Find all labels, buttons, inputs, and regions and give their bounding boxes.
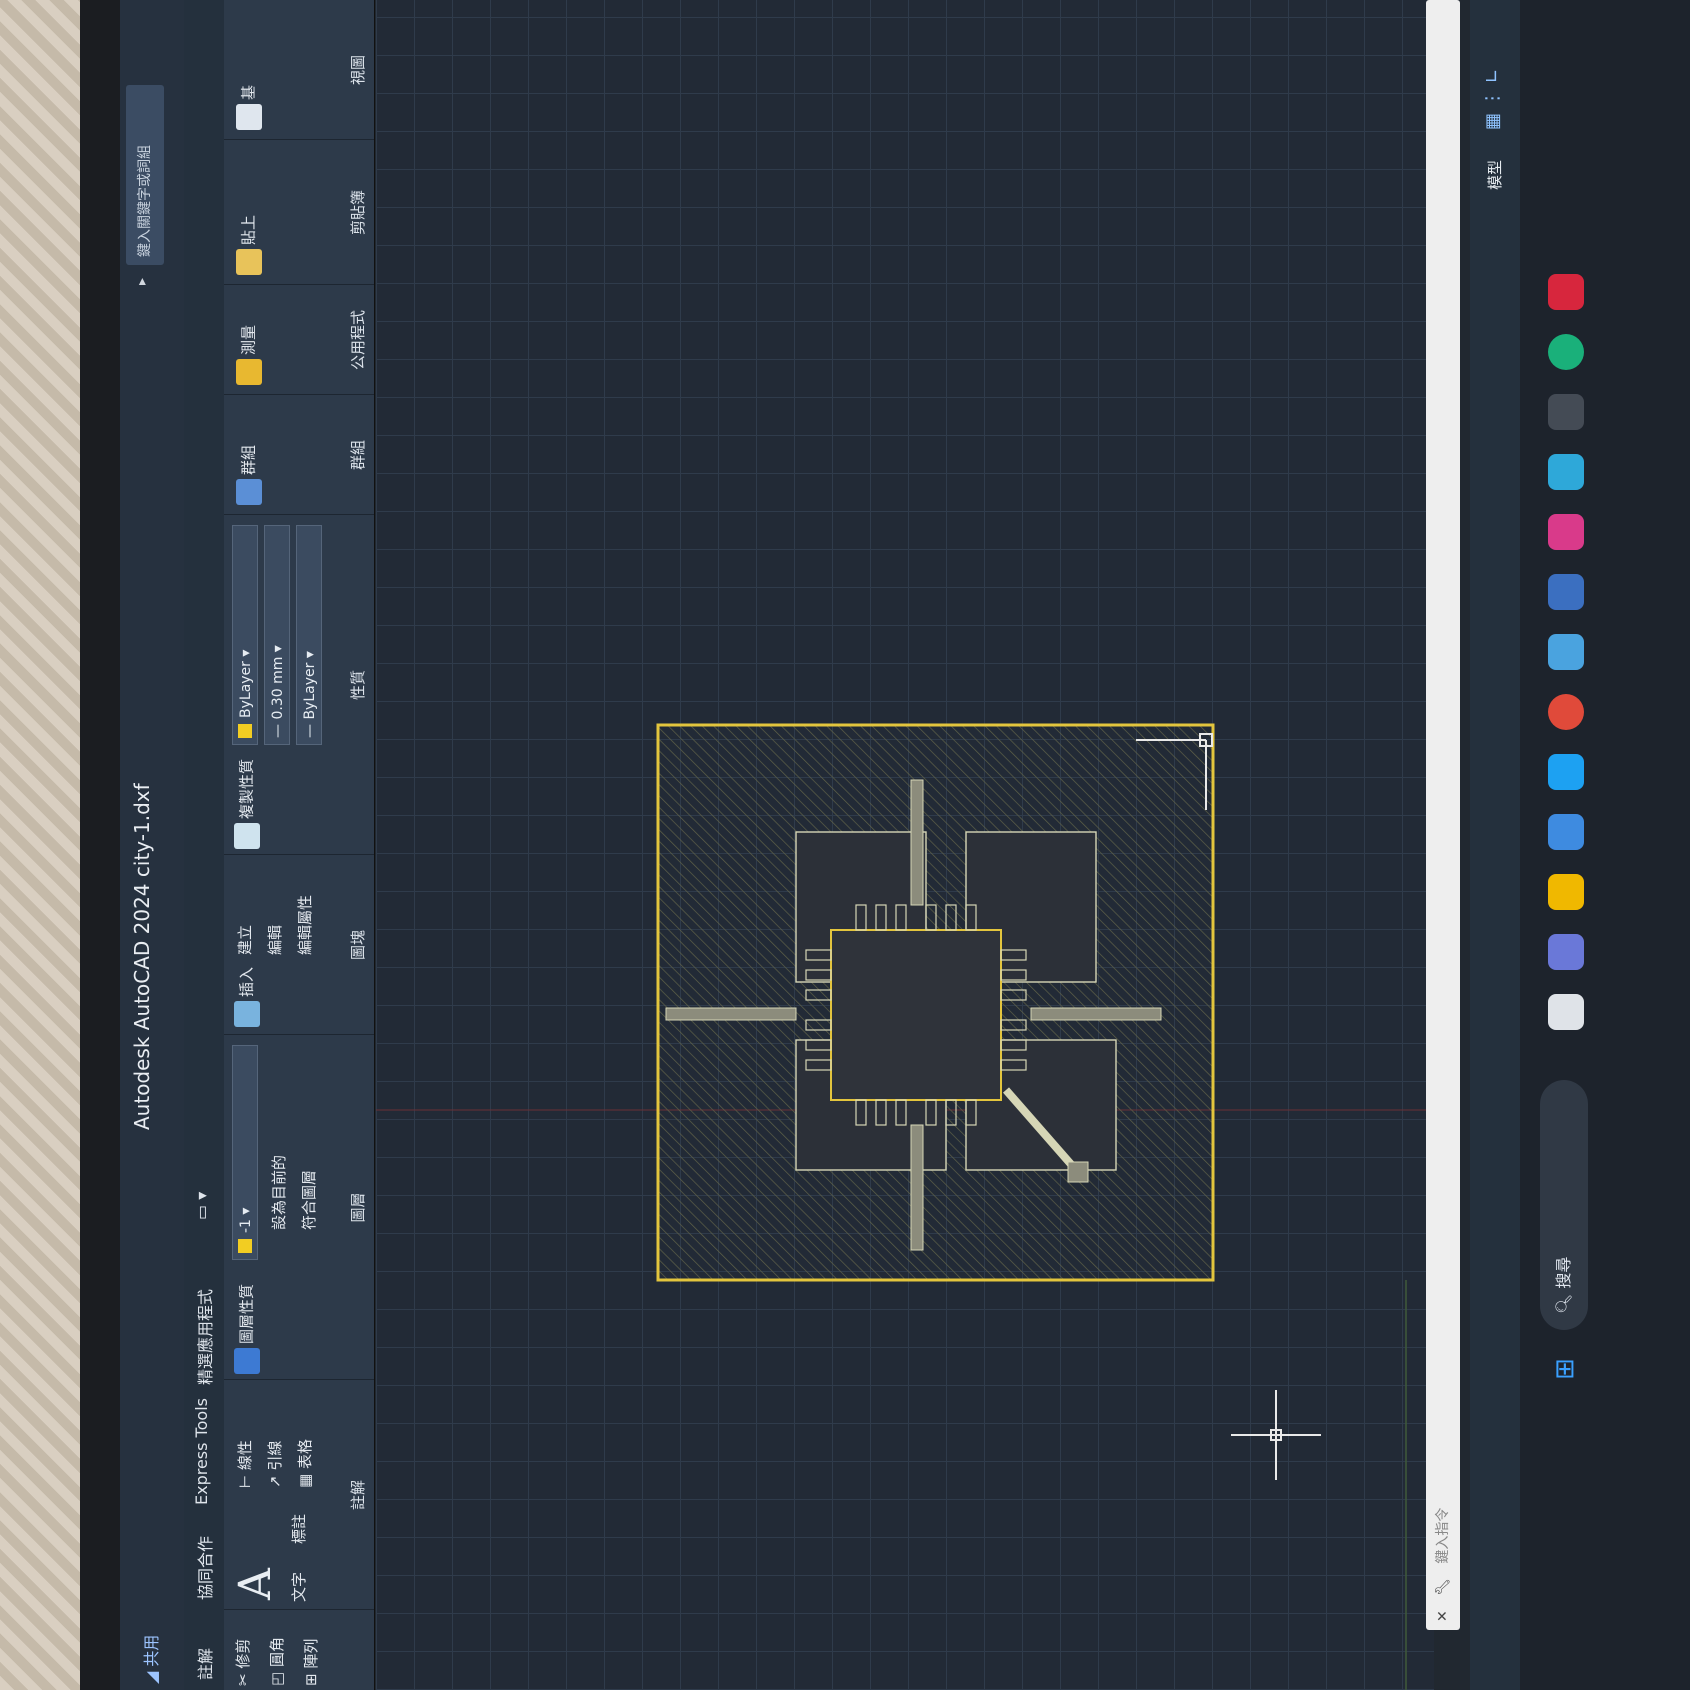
color-dropdown[interactable]: ByLayer ▾ <box>232 525 258 745</box>
fillet-button[interactable]: ◰ 圓角 <box>266 1637 287 1686</box>
paste-icon <box>236 249 262 275</box>
panel-label-annotation: 註解 <box>349 1480 367 1511</box>
layer-properties-button[interactable]: 圖層性質 <box>234 1284 260 1374</box>
chrome-icon[interactable] <box>1548 694 1584 730</box>
create-block-button[interactable]: 建立 <box>234 925 255 955</box>
tab-express-tools[interactable]: Express Tools <box>192 1398 211 1505</box>
autocad-window: ◢ 共用 Autodesk AutoCAD 2024 city-1.dxf ▸ … <box>120 0 1690 1690</box>
tab-featured-apps[interactable]: 精選應用程式 <box>192 1289 216 1385</box>
edge-icon[interactable] <box>1548 334 1584 370</box>
insert-button[interactable]: 插入 <box>234 967 260 1027</box>
panel-toggle-icon[interactable]: ▭ ▾ <box>192 1192 211 1220</box>
wrench-icon[interactable]: 🔧︎ <box>1435 1578 1451 1596</box>
panel-label-clipboard: 剪貼簿 <box>349 190 367 236</box>
monitor-bezel <box>80 0 120 1690</box>
panel-modify: ✂ 修剪 ◰ 圓角 ⊞ 陣列 <box>224 1609 374 1690</box>
panel-layers: 圖層性質 -1 ▾ 設為目前的 符合圖層 圖層 <box>224 1034 374 1380</box>
chevron-right-icon: ▸ <box>134 277 150 285</box>
insert-block-icon <box>234 1001 260 1027</box>
monitor-app-icon[interactable] <box>1548 634 1584 670</box>
match-properties-button[interactable]: 複製性質 <box>234 759 260 849</box>
group-icon <box>236 479 262 505</box>
color-swatch <box>238 724 252 738</box>
match-layer-button[interactable]: 符合圖層 <box>298 1170 319 1230</box>
base-view-icon <box>236 104 262 130</box>
panel-block: 插入 建立 編輯 編輯屬性 圖塊 <box>224 854 374 1035</box>
drawing-area[interactable] <box>376 0 1434 1690</box>
ribbon: ✂ 修剪 ◰ 圓角 ⊞ 陣列 A 文字 標註 ⊢ 線性 ↗ 引線 ▦ 表格 註解… <box>224 0 375 1690</box>
tab-collaborate[interactable]: 協同合作 <box>192 1536 216 1600</box>
electrode-right <box>910 779 924 906</box>
measure-button[interactable]: 測量 <box>236 325 262 385</box>
panel-label-view: 視圖 <box>349 55 367 86</box>
text-icon: A <box>230 1568 281 1600</box>
edit-block-button[interactable]: 編輯 <box>264 925 285 955</box>
task-view-icon[interactable] <box>1548 994 1584 1030</box>
match-properties-icon <box>234 823 260 849</box>
paste-button[interactable]: 貼上 <box>236 215 262 275</box>
linetype-dropdown[interactable]: — ByLayer ▾ <box>296 525 322 745</box>
center-chip <box>830 929 1002 1101</box>
dimension-button[interactable]: 標註 <box>288 1514 309 1544</box>
panel-label-block: 圖塊 <box>349 930 367 961</box>
electrode-top <box>665 1007 797 1021</box>
leader-button[interactable]: ↗ 引線 <box>264 1441 285 1488</box>
panel-label-groups: 群組 <box>349 440 367 471</box>
python-app-icon[interactable] <box>1548 454 1584 490</box>
lineweight-dropdown[interactable]: — 0.30 mm ▾ <box>264 525 290 745</box>
electrode-left <box>910 1124 924 1251</box>
terminal-icon[interactable] <box>1548 394 1584 430</box>
panel-label-properties: 性質 <box>349 670 367 701</box>
layer-stack-icon <box>234 1348 260 1374</box>
electrode-bottom <box>1030 1007 1162 1021</box>
cad-drawing <box>376 723 1434 1690</box>
array-button[interactable]: ⊞ 陣列 <box>300 1639 321 1686</box>
table-button[interactable]: ▦ 表格 <box>294 1439 315 1488</box>
close-icon[interactable]: ✕ <box>1435 1610 1451 1622</box>
panel-properties: 複製性質 ByLayer ▾ — 0.30 mm ▾ — ByLayer ▾ 性… <box>224 514 374 855</box>
text-button[interactable]: 文字 <box>288 1572 309 1602</box>
file-explorer-icon[interactable] <box>1548 874 1584 910</box>
base-view-button[interactable]: 基 <box>236 85 262 130</box>
network-app-icon[interactable] <box>1548 574 1584 610</box>
panel-annotation: A 文字 標註 ⊢ 線性 ↗ 引線 ▦ 表格 註解 <box>224 1379 374 1610</box>
group-button[interactable]: 群組 <box>236 445 262 505</box>
keyword-search-input[interactable]: 鍵入關鍵字或詞組 <box>126 85 164 265</box>
panel-view: 基 視圖 <box>224 0 374 140</box>
edit-attributes-button[interactable]: 編輯屬性 <box>294 895 315 955</box>
store-icon[interactable] <box>1548 814 1584 850</box>
windows-taskbar: ⊞ 🔍︎ 搜尋 <box>1520 0 1690 1690</box>
vscode-icon[interactable] <box>1548 754 1584 790</box>
panel-utilities: 測量 公用程式 <box>224 284 374 395</box>
model-tab[interactable]: 模型 <box>1484 160 1505 190</box>
windows-start-icon[interactable]: ⊞ <box>1550 1358 1580 1380</box>
copilot-icon[interactable] <box>1548 934 1584 970</box>
panel-clipboard: 貼上 剪貼簿 <box>224 139 374 285</box>
trim-button[interactable]: ✂ 修剪 <box>232 1639 253 1686</box>
tab-annotate[interactable]: 註解 <box>192 1648 216 1680</box>
command-input[interactable]: 鍵入指令 <box>1435 1508 1451 1564</box>
taskbar-search[interactable]: 🔍︎ 搜尋 <box>1540 1080 1588 1330</box>
layer-dropdown[interactable]: -1 ▾ <box>232 1045 258 1260</box>
command-line[interactable]: ✕ 🔧︎ 鍵入指令 <box>1426 0 1460 1630</box>
panel-label-layers: 圖層 <box>349 1192 367 1223</box>
measure-icon <box>236 359 262 385</box>
status-bar: 模型 ▦ ⋮ ∟ <box>1470 0 1520 1690</box>
set-current-layer-button[interactable]: 設為目前的 <box>268 1155 289 1230</box>
layer-color-swatch <box>238 1239 252 1253</box>
contact-pad <box>1067 1161 1089 1183</box>
window-title: Autodesk AutoCAD 2024 city-1.dxf <box>130 783 154 1130</box>
panel-groups: 群組 群組 <box>224 394 374 515</box>
design-app-icon[interactable] <box>1548 514 1584 550</box>
linear-button[interactable]: ⊢ 線性 <box>234 1440 255 1488</box>
ribbon-tabs: 註解 協同合作 Express Tools 精選應用程式 ▭ ▾ <box>184 0 224 1690</box>
autocad-icon[interactable] <box>1548 274 1584 310</box>
grid-icon[interactable]: ▦ ⋮ ∟ <box>1482 68 1503 130</box>
title-bar: ◢ 共用 Autodesk AutoCAD 2024 city-1.dxf ▸ … <box>120 0 184 1690</box>
crosshair-cursor <box>1231 1390 1321 1480</box>
share-button[interactable]: ◢ 共用 <box>138 1635 162 1684</box>
panel-label-utilities: 公用程式 <box>349 310 367 371</box>
chip-layout[interactable] <box>656 723 1215 1282</box>
